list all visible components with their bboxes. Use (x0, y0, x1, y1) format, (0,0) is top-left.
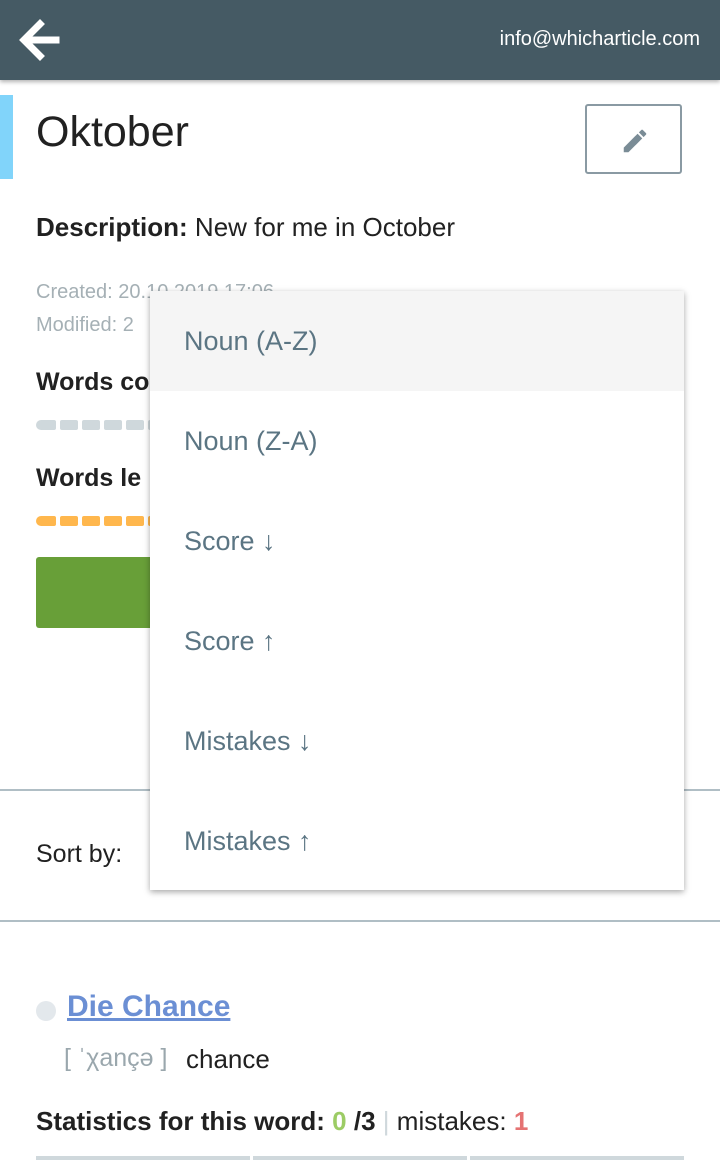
statistics-label: Statistics for this word: (36, 1106, 325, 1136)
back-button[interactable] (16, 18, 62, 62)
words-correct-label: Words co (36, 368, 150, 396)
edit-button[interactable] (585, 104, 682, 174)
description-label: Description: (36, 212, 188, 242)
word-pronunciation: [ ˈχançə ] (64, 1044, 168, 1072)
arrow-left-icon (19, 19, 60, 61)
title-accent-bar (0, 95, 13, 179)
words-correct-progress (36, 420, 166, 430)
sort-option-score-asc[interactable]: Score ↑ (150, 591, 684, 691)
app-bar: info@whicharticle.com (0, 0, 720, 80)
word-statistics: Statistics for this word: 0 /3 | mistake… (36, 1106, 528, 1137)
modified-date: Modified: 2 (36, 314, 134, 336)
sort-option-score-desc[interactable]: Score ↓ (150, 491, 684, 591)
sort-option-mistakes-desc[interactable]: Mistakes ↓ (150, 691, 684, 791)
mistakes-label: mistakes: (396, 1106, 507, 1136)
word-status-dot (36, 1001, 56, 1021)
account-email[interactable]: info@whicharticle.com (500, 28, 700, 51)
words-left-label: Words le (36, 464, 142, 492)
description: Description: New for me in October (36, 212, 455, 243)
mistakes-count: 1 (513, 1106, 529, 1136)
page-title: Oktober (36, 108, 189, 156)
sort-option-noun-asc[interactable]: Noun (A-Z) (150, 291, 684, 391)
word-translation: chance (186, 1044, 270, 1074)
statistics-table (36, 1156, 684, 1160)
description-value: New for me in October (187, 212, 455, 242)
stats-separator: | (382, 1106, 390, 1136)
words-left-progress (36, 516, 166, 526)
correct-count: 0 (332, 1106, 347, 1136)
total-count: /3 (353, 1106, 376, 1136)
sort-option-noun-desc[interactable]: Noun (Z-A) (150, 391, 684, 491)
sort-dropdown-menu: Noun (A-Z) Noun (Z-A) Score ↓ Score ↑ Mi… (150, 291, 684, 890)
pencil-icon (623, 129, 647, 153)
sort-option-mistakes-asc[interactable]: Mistakes ↑ (150, 791, 684, 891)
divider (0, 920, 720, 922)
word-link[interactable]: Die Chance (67, 990, 230, 1024)
sort-by-label: Sort by: (36, 840, 123, 868)
